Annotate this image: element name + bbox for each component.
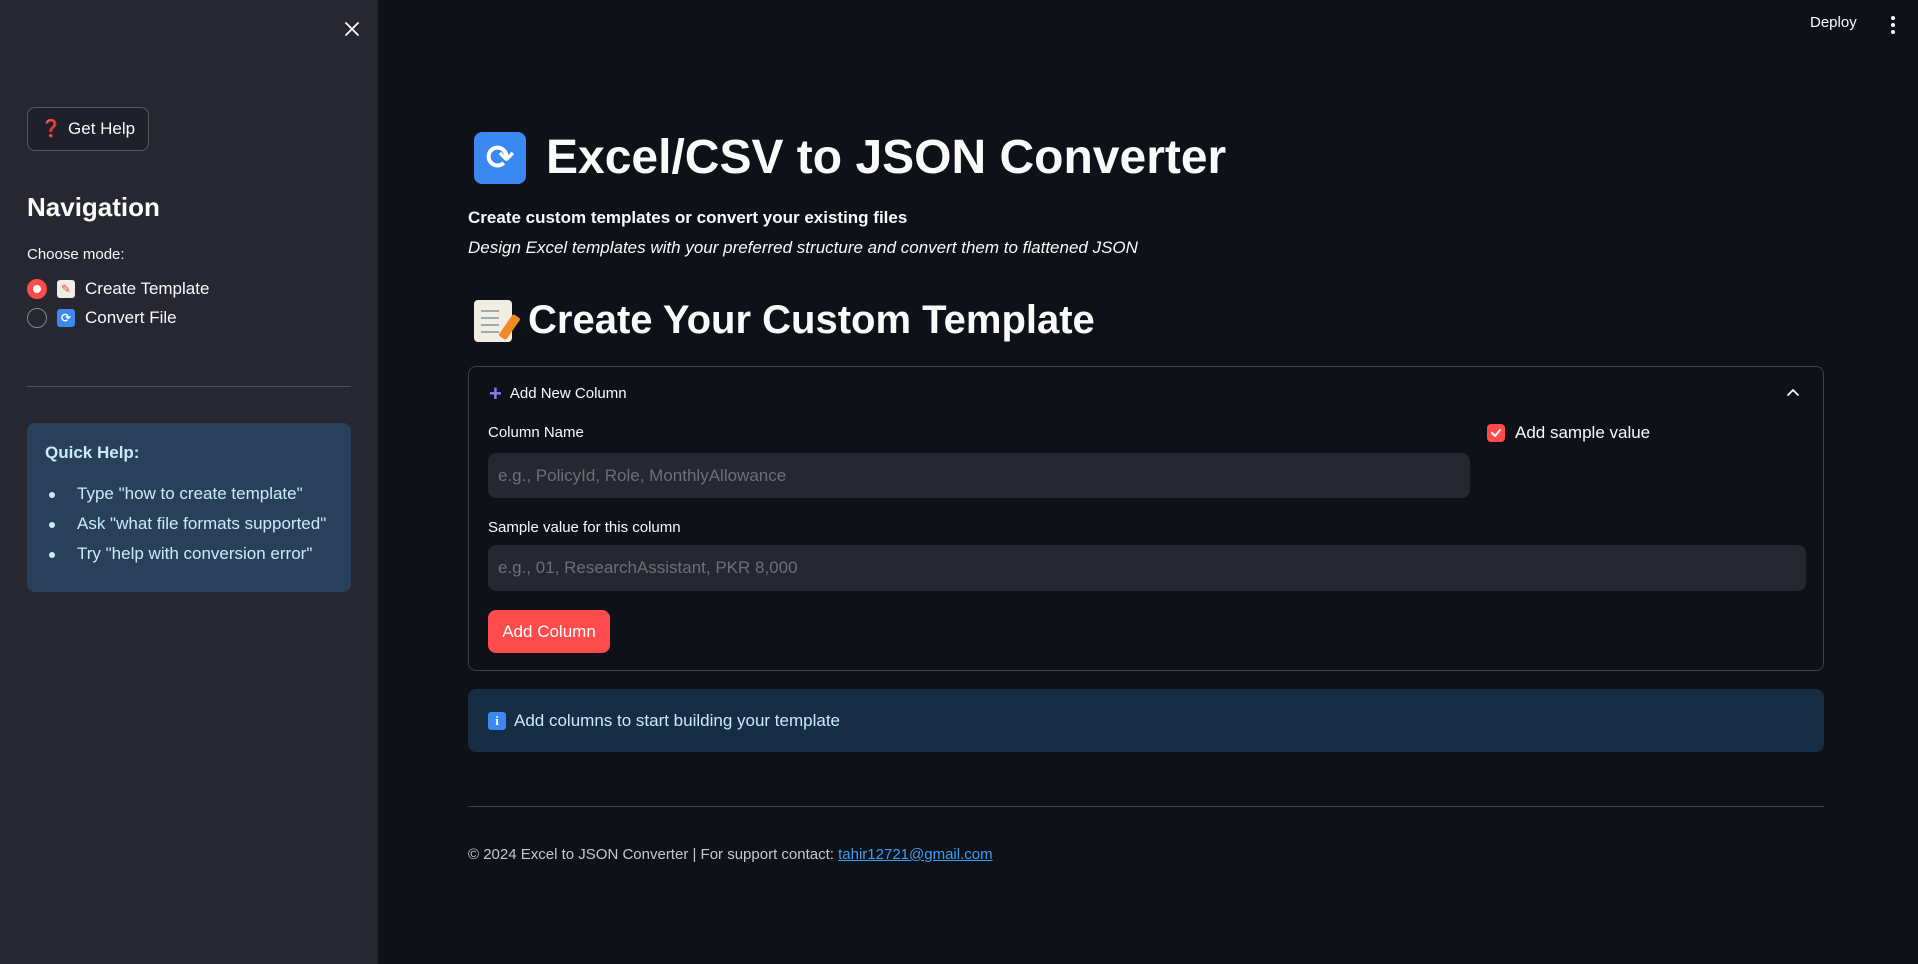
sample-value-input[interactable] — [488, 545, 1806, 591]
radio-create-template[interactable]: ✎ Create Template — [27, 279, 209, 299]
kebab-dot — [1891, 16, 1895, 20]
radio-convert-file[interactable]: ⟳ Convert File — [27, 308, 177, 328]
add-sample-value-checkbox[interactable]: Add sample value — [1487, 423, 1650, 443]
quick-help-title: Quick Help: — [45, 443, 140, 462]
main-menu-button[interactable] — [1886, 12, 1900, 38]
question-mark-icon: ❓ — [40, 119, 63, 138]
footer-divider — [468, 806, 1824, 807]
list-item: Try "help with conversion error" — [45, 539, 333, 569]
sample-value-label: Sample value for this column — [488, 519, 681, 536]
get-help-label: Get Help — [68, 119, 136, 138]
list-item: Ask "what file formats supported" — [45, 509, 333, 539]
page-subtitle: Create custom templates or convert your … — [468, 208, 908, 227]
checkbox-checked[interactable] — [1487, 424, 1505, 442]
info-icon: i — [488, 711, 506, 730]
sidebar: ❓ Get Help Navigation Choose mode: ✎ Cre… — [0, 0, 378, 964]
kebab-dot — [1891, 23, 1895, 27]
footer-text: © 2024 Excel to JSON Converter | For sup… — [468, 846, 839, 863]
list-item: Type "how to create template" — [45, 479, 333, 509]
expander-header[interactable]: + Add New Column — [489, 380, 627, 406]
close-icon — [345, 22, 359, 36]
sidebar-divider — [27, 386, 351, 387]
memo-icon — [474, 299, 512, 342]
cycle-icon: ⟳ — [474, 131, 526, 184]
page-description: Design Excel templates with your preferr… — [468, 238, 1138, 257]
quick-help-box: Quick Help: Type "how to create template… — [27, 423, 351, 592]
page-title-row: ⟳ Excel/CSV to JSON Converter — [474, 130, 1226, 185]
checkmark-icon — [1491, 429, 1501, 437]
radio-button[interactable] — [27, 308, 47, 328]
cycle-icon: ⟳ — [57, 309, 75, 327]
column-name-input[interactable] — [488, 453, 1470, 498]
deploy-button[interactable]: Deploy — [1810, 14, 1857, 31]
expander-title: Add New Column — [509, 385, 627, 402]
radio-label: Convert File — [85, 308, 177, 327]
info-message: Add columns to start building your templ… — [514, 710, 841, 730]
section-title: Create Your Custom Template — [528, 298, 1095, 342]
memo-icon: ✎ — [57, 280, 75, 298]
get-help-button[interactable]: ❓ Get Help — [27, 107, 149, 151]
info-alert: i Add columns to start building your tem… — [468, 689, 1824, 752]
kebab-dot — [1891, 30, 1895, 34]
add-column-expander: + Add New Column Column Name Add sample … — [468, 366, 1824, 671]
chevron-up-icon[interactable] — [1785, 385, 1801, 401]
page-title: Excel/CSV to JSON Converter — [546, 131, 1227, 184]
close-sidebar-button[interactable] — [338, 15, 366, 43]
add-column-button[interactable]: Add Column — [488, 610, 610, 653]
radio-button-selected[interactable] — [27, 279, 47, 299]
navigation-title: Navigation — [27, 192, 160, 222]
quick-help-list: Type "how to create template" Ask "what … — [45, 479, 333, 569]
choose-mode-label: Choose mode: — [27, 246, 125, 263]
radio-label: Create Template — [85, 279, 210, 298]
footer: © 2024 Excel to JSON Converter | For sup… — [468, 846, 993, 863]
support-email-link[interactable]: tahir12721@gmail.com — [838, 846, 992, 863]
column-name-label: Column Name — [488, 424, 584, 441]
section-title-row: Create Your Custom Template — [474, 298, 1095, 343]
plus-icon: + — [489, 380, 502, 406]
checkbox-label: Add sample value — [1515, 423, 1651, 442]
